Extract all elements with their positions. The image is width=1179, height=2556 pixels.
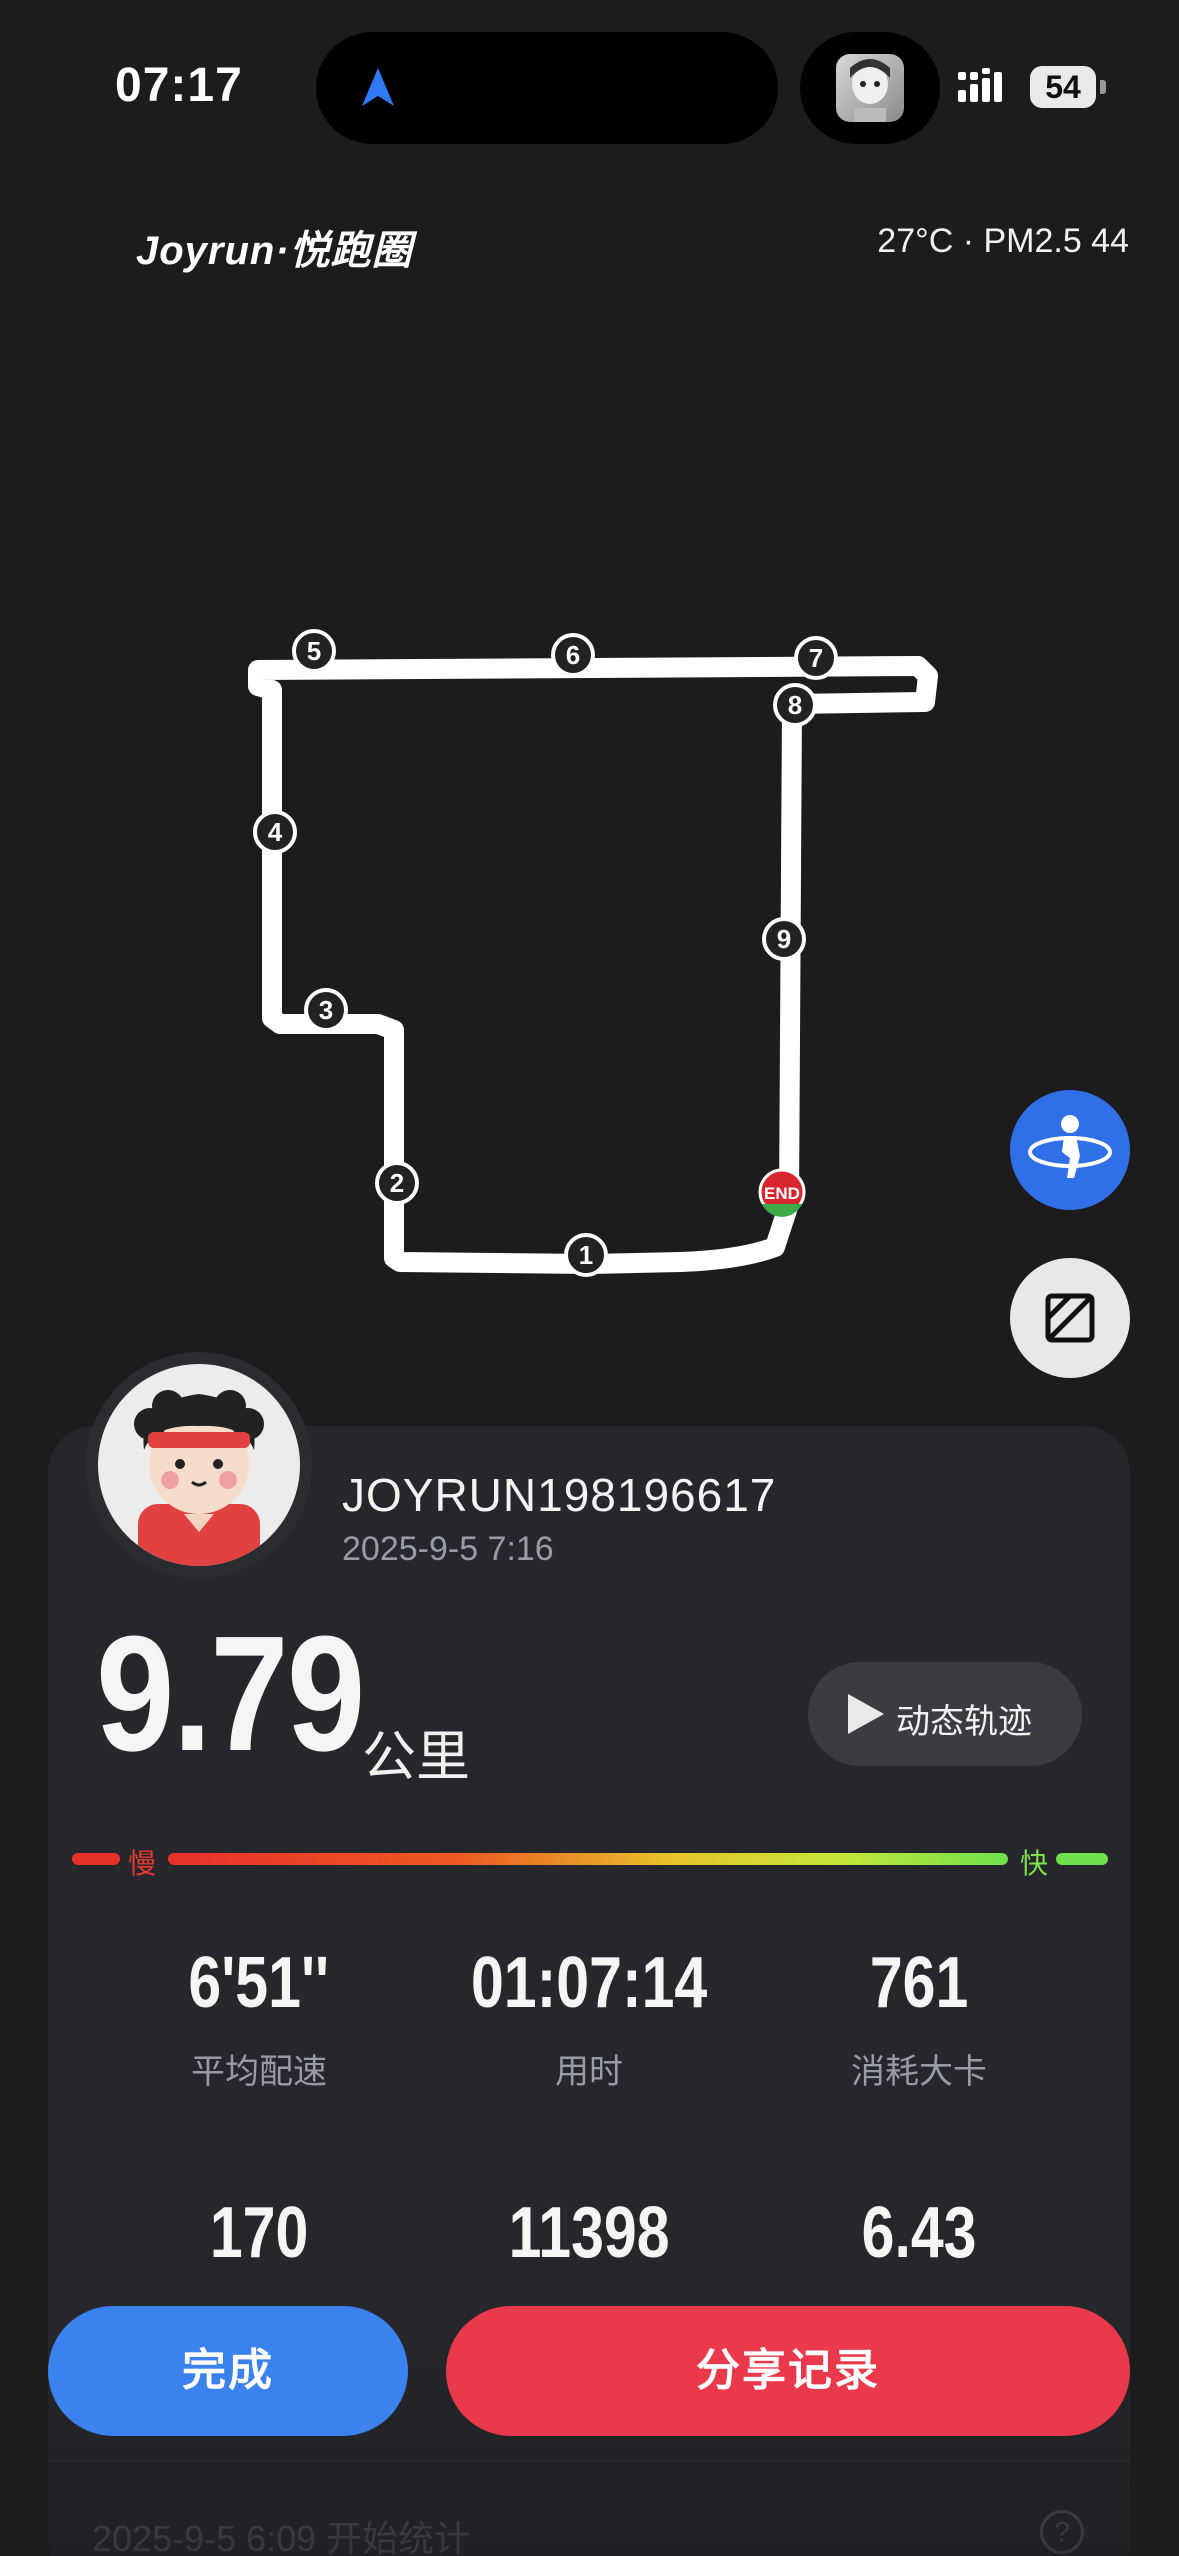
- route-marker-8: 8: [773, 683, 817, 727]
- svg-text:9: 9: [777, 924, 791, 954]
- route-marker-3: 3: [304, 988, 348, 1032]
- done-button[interactable]: 完成: [48, 2306, 408, 2436]
- run-datetime: 2025-9-5 7:16: [342, 1530, 554, 1568]
- stat-extra: 6.43: [754, 2192, 1084, 2274]
- battery-tip: [1100, 80, 1106, 94]
- distance-unit: 公里: [362, 1727, 470, 1787]
- dynamic-island[interactable]: [316, 32, 778, 144]
- divider: [48, 2460, 1130, 2462]
- stat-value: 6.43: [861, 2193, 977, 2273]
- avatar-image: [98, 1364, 300, 1566]
- pace-gradient-bar: [72, 1853, 1108, 1865]
- route-marker-2: 2: [375, 1161, 419, 1205]
- svg-text:7: 7: [809, 643, 823, 673]
- stat-label: 消耗大卡: [851, 2053, 987, 2091]
- route-marker-1: 1: [564, 1233, 608, 1277]
- route-marker-4: 4: [253, 810, 297, 854]
- stat-label: 用时: [555, 2053, 623, 2091]
- svg-text:3: 3: [319, 995, 333, 1025]
- pace-fast-label: 快: [1020, 1848, 1049, 1879]
- dynamic-track-label: 动态轨迹: [896, 1703, 1032, 1741]
- run-mode-button[interactable]: [1010, 1090, 1130, 1210]
- map-layer-icon: [1045, 1293, 1095, 1343]
- route-marker-7: 7: [794, 636, 838, 680]
- route-marker-5: 5: [292, 629, 336, 673]
- play-icon: [848, 1694, 884, 1734]
- weather-info: 27°C · PM2.5 44: [877, 222, 1129, 260]
- svg-text:END: END: [764, 1184, 800, 1203]
- stat-value: 170: [209, 2193, 309, 2273]
- dynamic-track-button[interactable]: 动态轨迹: [808, 1662, 1082, 1766]
- username: JOYRUN198196617: [342, 1469, 777, 1521]
- footer-stat-note: 2025-9-5 6:09 开始统计: [92, 2518, 471, 2556]
- distance-value: 9.79: [96, 1602, 365, 1785]
- help-icon[interactable]: ?: [1040, 2510, 1084, 2554]
- brand-logo: Joyrun·悦跑圈: [136, 229, 413, 273]
- stat-value: 11398: [508, 2193, 670, 2273]
- share-record-button[interactable]: 分享记录: [446, 2306, 1130, 2436]
- status-time: 07:17: [115, 59, 243, 112]
- svg-text:2: 2: [390, 1168, 404, 1198]
- stat-value: 01:07:14: [470, 1943, 708, 2023]
- navigation-arrow-icon: [362, 68, 394, 106]
- stat-value: 6'51'': [188, 1943, 330, 2023]
- pace-slow-label: 慢: [128, 1848, 157, 1879]
- runner-icon: [1028, 1115, 1112, 1178]
- stat-duration: 01:07:14 用时: [424, 1942, 754, 2093]
- stat-calories: 761 消耗大卡: [754, 1942, 1084, 2093]
- stat-value: 761: [869, 1943, 969, 2023]
- svg-text:6: 6: [566, 640, 580, 670]
- route-marker-6: 6: [551, 633, 595, 677]
- svg-text:4: 4: [268, 817, 283, 847]
- svg-text:8: 8: [788, 690, 802, 720]
- route-marker-9: 9: [762, 917, 806, 961]
- stat-steps: 11398: [424, 2192, 754, 2274]
- map-layer-button[interactable]: [1010, 1258, 1130, 1378]
- stat-label: 平均配速: [191, 2053, 327, 2091]
- live-activity-avatar: [836, 54, 904, 122]
- stat-cadence: 170: [94, 2192, 424, 2274]
- battery-icon: 54: [1030, 66, 1096, 108]
- svg-text:5: 5: [307, 636, 321, 666]
- route-map[interactable]: 1 2 3 4 5 6 7 8 9 END: [0, 560, 1179, 1320]
- svg-text:1: 1: [579, 1240, 593, 1270]
- signal-icon: [958, 68, 1002, 102]
- user-avatar[interactable]: [86, 1352, 312, 1578]
- route-end-marker: END: [758, 1168, 806, 1217]
- dynamic-island-live-activity[interactable]: [800, 32, 940, 144]
- stat-avg-pace: 6'51'' 平均配速: [94, 1942, 424, 2093]
- route-path: [248, 656, 938, 1274]
